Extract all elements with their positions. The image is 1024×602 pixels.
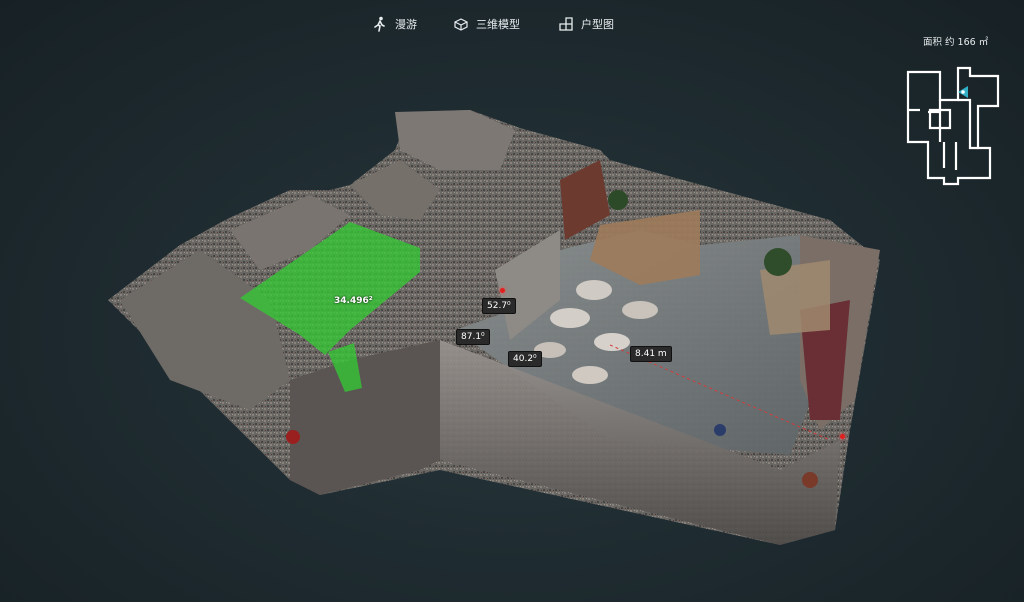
distance-measurement-label: 8.41 m [630, 346, 672, 362]
3d-model-button[interactable]: 三维模型 [453, 16, 520, 32]
angle-measurement-label: 52.7⁰ [482, 298, 516, 314]
floorplan-icon [558, 16, 574, 32]
3d-box-icon [453, 16, 469, 32]
measurement-pin[interactable] [500, 288, 505, 293]
view-mode-nav: 漫游 三维模型 户型图 [0, 16, 1024, 40]
walking-person-icon [372, 16, 388, 32]
floorplan-label: 户型图 [581, 18, 614, 31]
measurement-pin[interactable] [840, 434, 845, 439]
area-info: 面积 约 166 ㎡ [923, 37, 989, 48]
angle-measurement-label: 87.1⁰ [456, 329, 490, 345]
walk-mode-button[interactable]: 漫游 [372, 16, 417, 32]
minimap[interactable] [900, 60, 1004, 186]
area-measurement-label: 34.496² [334, 296, 373, 306]
building-model [108, 110, 880, 545]
floorplan-button[interactable]: 户型图 [558, 16, 614, 32]
floorplan-minimap [906, 66, 1000, 186]
3d-model-label: 三维模型 [476, 18, 520, 31]
angle-measurement-label: 40.2⁰ [508, 351, 542, 367]
walk-mode-label: 漫游 [395, 18, 417, 31]
